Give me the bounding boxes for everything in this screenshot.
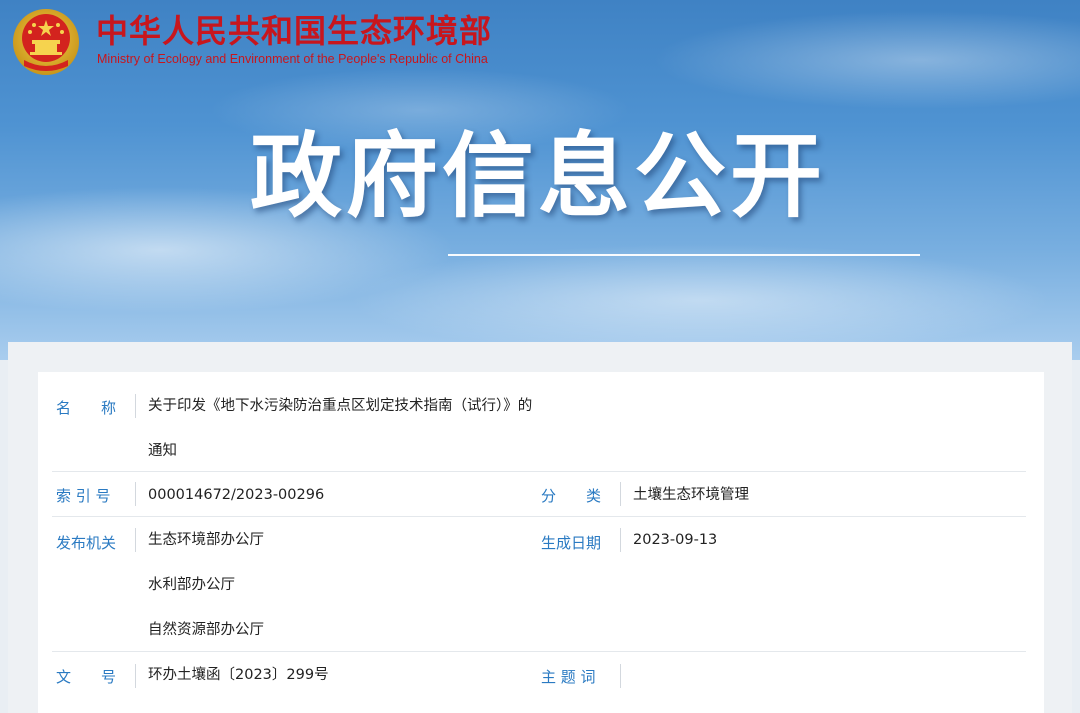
separator: [135, 482, 136, 506]
ministry-name-en[interactable]: Ministry of Ecology and Environment of t…: [97, 52, 488, 66]
info-row-docno: 文 号 环办土壤函〔2023〕299号 主 题 词: [52, 652, 1026, 700]
docno-label: 文 号: [56, 668, 117, 686]
info-row-name: 名 称 关于印发《地下水污染防治重点区划定技术指南（试行）》的 通知: [52, 382, 1026, 472]
info-row-index: 索 引 号 000014672/2023-00296 分 类 土壤生态环境管理: [52, 472, 1026, 517]
separator: [135, 528, 136, 552]
name-value-line2: 通知: [148, 443, 177, 459]
date-label: 生成日期: [541, 534, 602, 552]
header-banner: 中华人民共和国生态环境部 Ministry of Ecology and Env…: [0, 0, 1080, 360]
info-row-issuer: 发布机关 生态环境部办公厅 水利部办公厅 自然资源部办公厅 生成日期 2023-…: [52, 517, 1026, 652]
separator: [135, 394, 136, 418]
issuer-value-1: 生态环境部办公厅: [148, 532, 264, 548]
ministry-name-cn[interactable]: 中华人民共和国生态环境部: [96, 12, 492, 50]
date-value: 2023-09-13: [633, 532, 718, 548]
index-value: 000014672/2023-00296: [148, 487, 325, 503]
subject-label: 主 题 词: [541, 668, 596, 686]
docno-value: 环办土壤函〔2023〕299号: [148, 667, 329, 683]
separator: [620, 482, 621, 506]
issuer-label: 发布机关: [56, 534, 117, 552]
index-label: 索 引 号: [56, 487, 111, 505]
separator: [620, 528, 621, 552]
separator: [135, 664, 136, 688]
issuer-value-2: 水利部办公厅: [148, 577, 235, 593]
title-underline: [448, 254, 920, 256]
name-value-line1: 关于印发《地下水污染防治重点区划定技术指南（试行）》的: [148, 398, 533, 414]
issuer-value-3: 自然资源部办公厅: [148, 622, 264, 638]
category-value: 土壤生态环境管理: [633, 487, 749, 503]
separator: [620, 664, 621, 688]
page-title: 政府信息公开: [250, 123, 827, 230]
category-label: 分 类: [541, 487, 602, 505]
national-emblem-icon[interactable]: [10, 6, 82, 78]
name-label: 名 称: [56, 399, 117, 417]
